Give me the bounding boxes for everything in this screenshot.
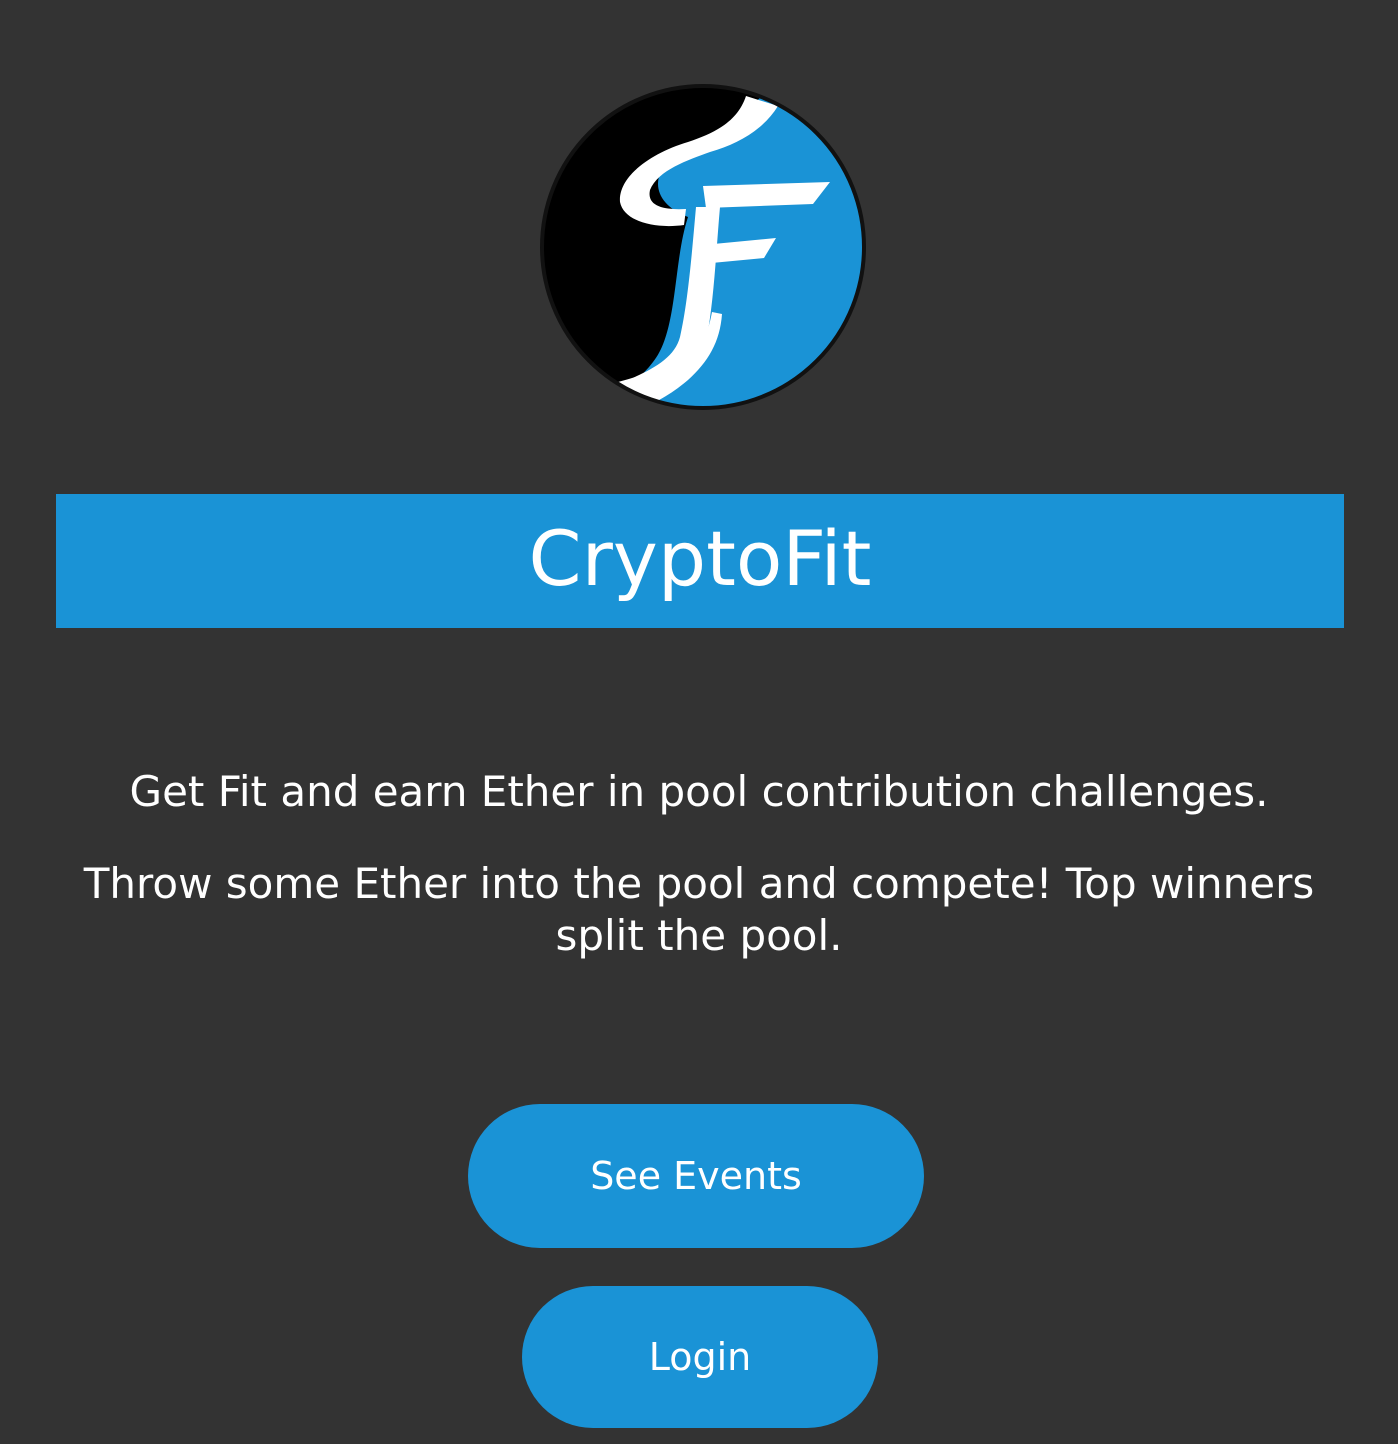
tagline-secondary: Throw some Ether into the pool and compe… [83, 859, 1315, 960]
title-banner: CryptoFit [56, 494, 1344, 628]
page-title: CryptoFit [528, 514, 872, 603]
login-button[interactable]: Login [522, 1286, 878, 1428]
tagline-primary: Get Fit and earn Ether in pool contribut… [129, 767, 1269, 816]
cryptofit-logo-icon [538, 82, 868, 412]
see-events-button[interactable]: See Events [468, 1104, 924, 1248]
